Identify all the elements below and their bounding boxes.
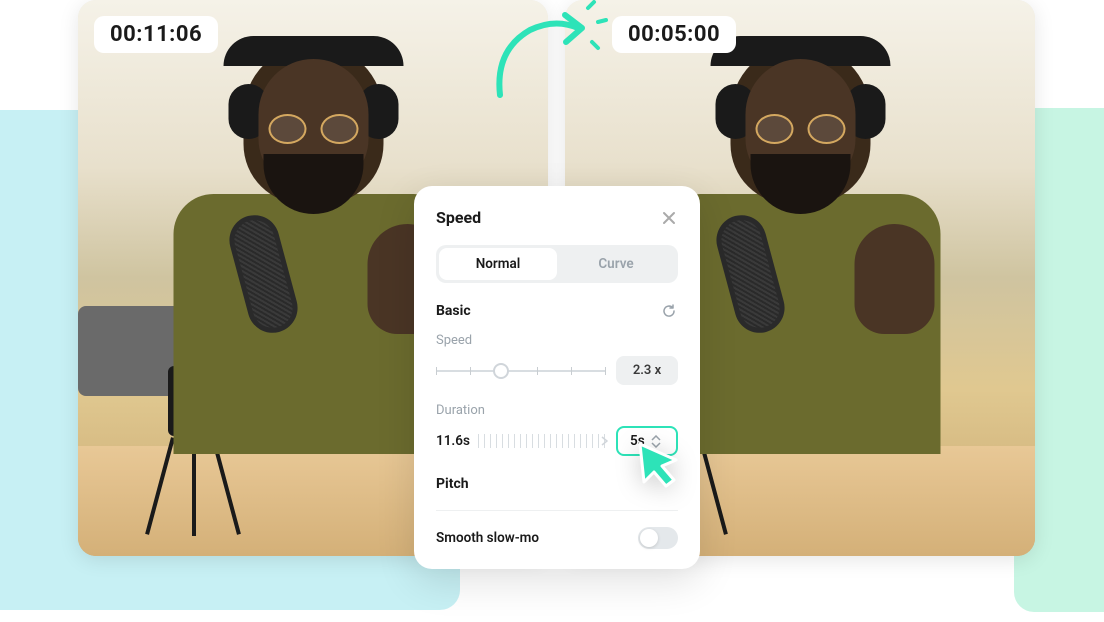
tab-curve[interactable]: Curve (557, 248, 675, 280)
speed-panel: Speed Normal Curve Basic Speed 2.3 x Dur… (414, 186, 700, 569)
close-button[interactable] (660, 209, 678, 227)
slider-thumb[interactable] (493, 363, 509, 379)
divider (436, 510, 678, 511)
speed-slider[interactable] (436, 361, 606, 381)
basic-label: Basic (436, 303, 471, 319)
reset-icon (662, 304, 676, 318)
speed-field-label: Speed (436, 333, 678, 348)
close-icon (662, 211, 676, 225)
reset-button[interactable] (662, 303, 678, 319)
arrow-icon (480, 0, 610, 100)
panel-title: Speed (436, 208, 481, 227)
slowmo-label: Smooth slow-mo (436, 530, 539, 546)
tab-normal[interactable]: Normal (439, 248, 557, 280)
duration-field-label: Duration (436, 403, 678, 418)
slowmo-toggle[interactable] (638, 527, 678, 549)
duration-scale (478, 434, 608, 448)
cursor-icon (630, 438, 686, 494)
speed-value: 2.3 x (616, 356, 678, 385)
timestamp-before: 00:11:06 (94, 16, 218, 53)
speed-tabs: Normal Curve (436, 245, 678, 283)
arrow-right-icon (601, 436, 608, 446)
duration-from: 11.6s (436, 433, 470, 449)
timestamp-after: 00:05:00 (612, 16, 736, 53)
